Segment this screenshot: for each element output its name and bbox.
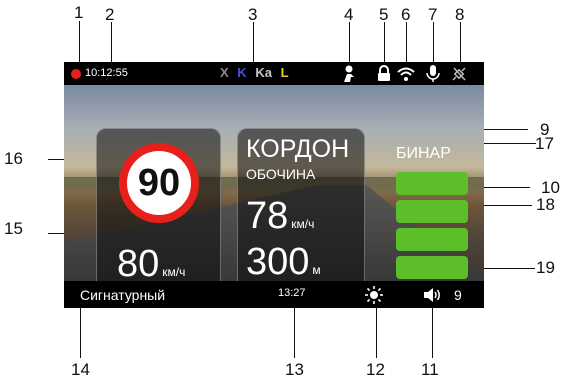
signal-bar xyxy=(396,172,468,195)
callout-7: 7 xyxy=(428,5,438,24)
bottom-time: 13:27 xyxy=(278,287,306,299)
zone-speed-value: 78 xyxy=(246,195,289,237)
signal-bar xyxy=(396,228,468,251)
callout-18: 18 xyxy=(536,195,555,214)
signal-bar xyxy=(396,256,468,279)
callout-15: 15 xyxy=(4,219,23,238)
band-k: K xyxy=(237,65,247,80)
zone-speed: 78 км/ч xyxy=(246,197,314,235)
callout-16: 16 xyxy=(4,149,23,168)
brightness-icon[interactable] xyxy=(364,285,384,305)
radar-bands: X K Ka L xyxy=(220,65,294,80)
callout-13: 13 xyxy=(285,360,304,379)
callout-10: 10 xyxy=(541,178,560,197)
lock-icon xyxy=(378,65,390,81)
camera-distance-value: 300 xyxy=(246,241,310,281)
callout-6: 6 xyxy=(401,5,411,24)
signal-bar xyxy=(396,200,468,223)
camera-distance: 300 м xyxy=(246,243,321,281)
volume-level: 9 xyxy=(454,287,462,303)
signal-source-label: БИНАР xyxy=(396,145,451,162)
device-screen: 10:12:55 X K Ka L 90 80 км/ч КОРДОН ОБОЧ… xyxy=(64,62,484,308)
speed-limit-value: 90 xyxy=(137,161,181,204)
gps-satellite-icon xyxy=(452,67,466,81)
current-speed: 80 км/ч xyxy=(117,245,185,281)
status-time: 10:12:55 xyxy=(85,67,128,79)
callout-17: 17 xyxy=(535,134,554,153)
callout-2: 2 xyxy=(105,5,115,24)
band-l: L xyxy=(280,65,289,80)
speed-limit-sign: 90 xyxy=(119,143,199,223)
bottom-bar: Сигнатурный 13:27 9 xyxy=(64,281,484,308)
callout-4: 4 xyxy=(344,5,354,24)
callout-19: 19 xyxy=(536,258,555,277)
band-x: X xyxy=(220,65,229,80)
microphone-icon xyxy=(426,65,440,82)
current-speed-value: 80 xyxy=(117,243,160,281)
camera-distance-unit: м xyxy=(312,263,321,277)
callout-12: 12 xyxy=(366,360,385,379)
callout-11: 11 xyxy=(421,360,439,379)
driver-icon xyxy=(344,65,354,82)
speed-sign-panel: 90 80 км/ч xyxy=(96,128,221,281)
camera-subtype: ОБОЧИНА xyxy=(246,166,316,182)
wifi-icon xyxy=(397,67,415,81)
zone-speed-unit: км/ч xyxy=(291,217,315,231)
callout-8: 8 xyxy=(455,5,465,24)
current-speed-unit: км/ч xyxy=(162,265,186,279)
callout-1: 1 xyxy=(74,3,84,22)
record-indicator-icon xyxy=(71,69,81,79)
callout-14: 14 xyxy=(71,360,90,379)
camera-zone-panel: КОРДОН ОБОЧИНА 78 км/ч 300 м xyxy=(237,128,365,281)
camera-type: КОРДОН xyxy=(246,135,350,163)
band-ka: Ka xyxy=(255,65,272,80)
callout-5: 5 xyxy=(379,5,389,24)
status-bar: 10:12:55 X K Ka L xyxy=(64,62,484,85)
volume-icon[interactable] xyxy=(423,286,443,304)
mode-label[interactable]: Сигнатурный xyxy=(80,287,165,303)
callout-3: 3 xyxy=(248,5,258,24)
camera-view: 90 80 км/ч КОРДОН ОБОЧИНА 78 км/ч 300 м БИН… xyxy=(64,85,484,281)
